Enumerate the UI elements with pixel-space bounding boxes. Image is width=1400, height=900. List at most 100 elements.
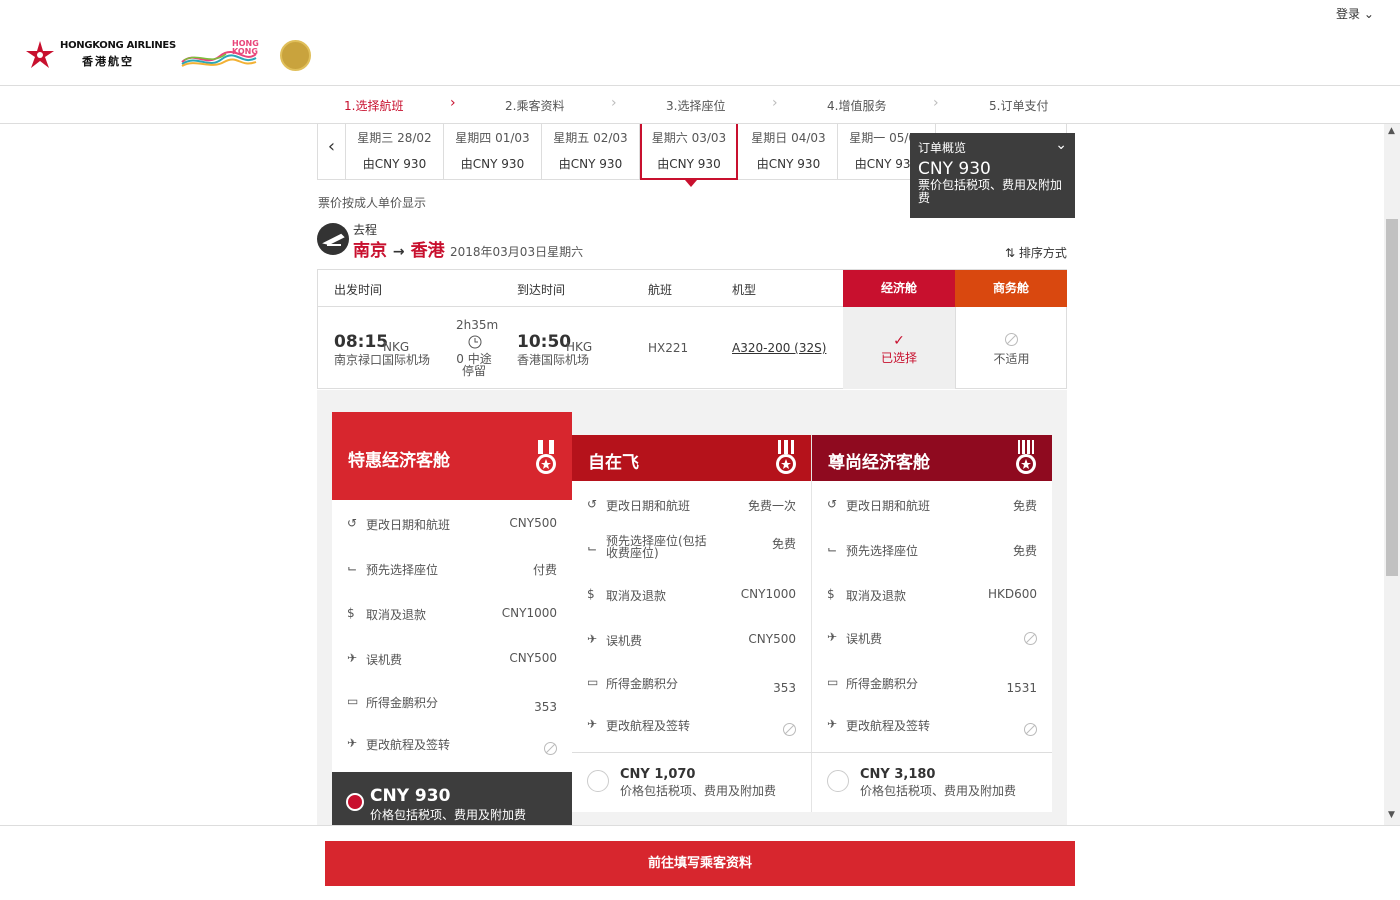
- fare-row: ✈ 更改航程及签转: [812, 717, 1052, 741]
- date-day: 星期四 01/03: [455, 131, 530, 145]
- check-icon: ✓: [893, 333, 905, 349]
- radio-unselected[interactable]: [827, 770, 849, 792]
- fare-row: ↺ 更改日期和航班 免费一次: [572, 497, 811, 521]
- fare-row: ✈ 误机费 CNY500: [572, 632, 811, 656]
- row-label: 误机费: [366, 653, 403, 667]
- change-date-icon: ↺: [827, 497, 838, 511]
- step-payment[interactable]: 5.订单支付: [989, 97, 1048, 114]
- departure-time: 08:15: [334, 332, 389, 352]
- duration: 2h35m: [456, 318, 499, 332]
- aircraft-link[interactable]: A320-200 (32S): [732, 341, 826, 355]
- flight-number: HX221: [648, 341, 689, 355]
- business-status: 不适用: [993, 352, 1030, 366]
- reroute-icon: ✈: [587, 717, 598, 731]
- prev-dates-button[interactable]: ‹: [318, 124, 346, 180]
- scroll-down-icon[interactable]: ▼: [1388, 810, 1395, 820]
- refund-icon: $: [587, 587, 595, 601]
- order-summary-panel[interactable]: 订单概览 ⌄ CNY 930 票价包括税项、费用及附加费: [910, 133, 1075, 218]
- row-value: CNY1000: [501, 606, 557, 620]
- row-label: 所得金鹏积分: [366, 696, 439, 710]
- medal-icon: [1014, 440, 1038, 481]
- date-option[interactable]: 星期日 04/03 由CNY 930: [740, 124, 838, 180]
- page-scrollbar[interactable]: ▲ ▼: [1384, 124, 1400, 825]
- clock-icon: [468, 335, 482, 352]
- fare-card-premium[interactable]: 尊尚经济客舱 ↺ 更改日期和航班 免费 ⌙ 预先选择座位 免费 $ 取消及退款 HKD600…: [812, 435, 1052, 812]
- step-select-flight[interactable]: 1.选择航班: [344, 97, 403, 114]
- row-label: 取消及退款: [606, 589, 667, 603]
- date-option[interactable]: 星期三 28/02 由CNY 930: [346, 124, 444, 180]
- fare-options: 特惠经济客舱 ↺ 更改日期和航班 CNY500 ⌙ 预先选择座位 付费 $ 取消及退款 CN…: [317, 390, 1067, 825]
- fare-row: ⌙ 预先选择座位 付费: [332, 561, 572, 585]
- radio-unselected[interactable]: [587, 770, 609, 792]
- fare-price: CNY 3,180: [860, 767, 936, 782]
- chevron-down-icon[interactable]: ⌄: [1055, 137, 1067, 153]
- radio-selected[interactable]: [346, 793, 364, 811]
- date-price: 由CNY 930: [756, 157, 821, 171]
- row-label: 误机费: [846, 632, 883, 646]
- date-day: 星期六 03/03: [651, 131, 727, 145]
- fare-price-note: 价格包括税项、费用及附加费: [620, 784, 777, 798]
- row-value: HKD600: [987, 587, 1037, 601]
- date-price: 由CNY 930: [657, 157, 721, 171]
- scrollbar-thumb[interactable]: [1386, 219, 1398, 576]
- fare-row: ↺ 更改日期和航班 免费: [812, 497, 1052, 521]
- row-value: CNY1000: [740, 587, 796, 601]
- fare-price-note: 价格包括税项、费用及附加费: [860, 784, 1017, 798]
- brand-name-en: HONGKONG AIRLINES: [60, 40, 176, 51]
- fare-row: ⌙ 预先选择座位(包括收费座位) 免费: [572, 535, 811, 565]
- seat-icon: ⌙: [827, 542, 838, 556]
- fare-card-saver[interactable]: 特惠经济客舱 ↺ 更改日期和航班 CNY500 ⌙ 预先选择座位 付费 $ 取消及退款 CN…: [332, 412, 572, 825]
- row-label: 预先选择座位: [846, 544, 919, 558]
- row-label: 更改日期和航班: [366, 518, 451, 532]
- scroll-up-icon[interactable]: ▲: [1388, 126, 1395, 136]
- continue-to-passenger-info-button[interactable]: 前往填写乘客资料: [325, 841, 1075, 886]
- row-label: 误机费: [606, 634, 643, 648]
- fare-price-option[interactable]: CNY 3,180 价格包括税项、费用及附加费: [812, 752, 1052, 812]
- step-passenger-info[interactable]: 2.乘客资料: [505, 97, 564, 114]
- economy-option[interactable]: ✓ 已选择: [843, 307, 955, 389]
- date-option[interactable]: 星期四 01/03 由CNY 930: [444, 124, 542, 180]
- step-select-seat[interactable]: 3.选择座位: [666, 97, 725, 114]
- step-value-added[interactable]: 4.增值服务: [827, 97, 886, 114]
- fare-price-note: 价格包括税项、费用及附加费: [370, 808, 527, 822]
- row-value: 免费: [1012, 544, 1037, 558]
- footer-bar: 前往填写乘客资料: [0, 825, 1400, 900]
- fare-name: 尊尚经济客舱: [828, 453, 930, 473]
- arrow-right-icon: →: [392, 244, 405, 260]
- sort-icon: ⇅: [1005, 246, 1016, 260]
- row-value: 1531: [1006, 681, 1037, 695]
- business-header: 商务舱: [955, 270, 1067, 307]
- row-label: 预先选择座位: [366, 563, 439, 577]
- fare-price-selected[interactable]: CNY 930 价格包括税项、费用及附加费: [332, 772, 572, 825]
- fare-row: ↺ 更改日期和航班 CNY500: [332, 516, 572, 540]
- no-show-icon: ✈: [827, 630, 838, 644]
- sort-label: 排序方式: [1018, 246, 1067, 260]
- fare-row: ✈ 更改航程及签转: [332, 736, 572, 760]
- fare-price: CNY 1,070: [620, 767, 696, 782]
- fare-card-flex[interactable]: 自在飞 ↺ 更改日期和航班 免费一次 ⌙ 预先选择座位(包括收费座位) 免费 $ 取消及退…: [572, 435, 812, 812]
- row-value: 353: [773, 681, 796, 695]
- route-date: 2018年03月03日星期六: [450, 245, 584, 259]
- login-dropdown[interactable]: 登录 ⌄: [1336, 5, 1374, 22]
- date-price: 由CNY 930: [460, 157, 525, 171]
- seat-icon: ⌙: [347, 561, 358, 575]
- selected-date-pointer: [685, 180, 697, 187]
- flight-table: 出发时间 到达时间 航班 机型 经济舱 商务舱 08:15 NKG 南京禄口国际…: [317, 269, 1067, 389]
- hongkong-airlines-logo-icon[interactable]: [24, 40, 56, 73]
- fare-row: ▭ 所得金鹏积分 353: [572, 675, 811, 699]
- date-option[interactable]: 星期五 02/03 由CNY 930: [542, 124, 640, 180]
- card-icon: ▭: [827, 675, 839, 689]
- row-label: 更改航程及签转: [366, 738, 451, 752]
- route-title: 南京 → 香港: [353, 236, 445, 261]
- fare-price-option[interactable]: CNY 1,070 价格包括税项、费用及附加费: [572, 752, 812, 812]
- arrival-airport: 香港国际机场: [517, 353, 590, 367]
- sort-button[interactable]: ⇅ 排序方式: [1005, 244, 1067, 261]
- col-aircraft: 机型: [732, 283, 757, 297]
- col-arrival: 到达时间: [517, 283, 566, 297]
- row-label: 取消及退款: [366, 608, 427, 622]
- date-option-selected[interactable]: 星期六 03/03 由CNY 930: [640, 124, 738, 180]
- date-price: 由CNY 930: [362, 157, 427, 171]
- row-label: 所得金鹏积分: [846, 677, 919, 691]
- no-show-icon: ✈: [587, 632, 598, 646]
- chevron-down-icon: ⌄: [1363, 7, 1374, 21]
